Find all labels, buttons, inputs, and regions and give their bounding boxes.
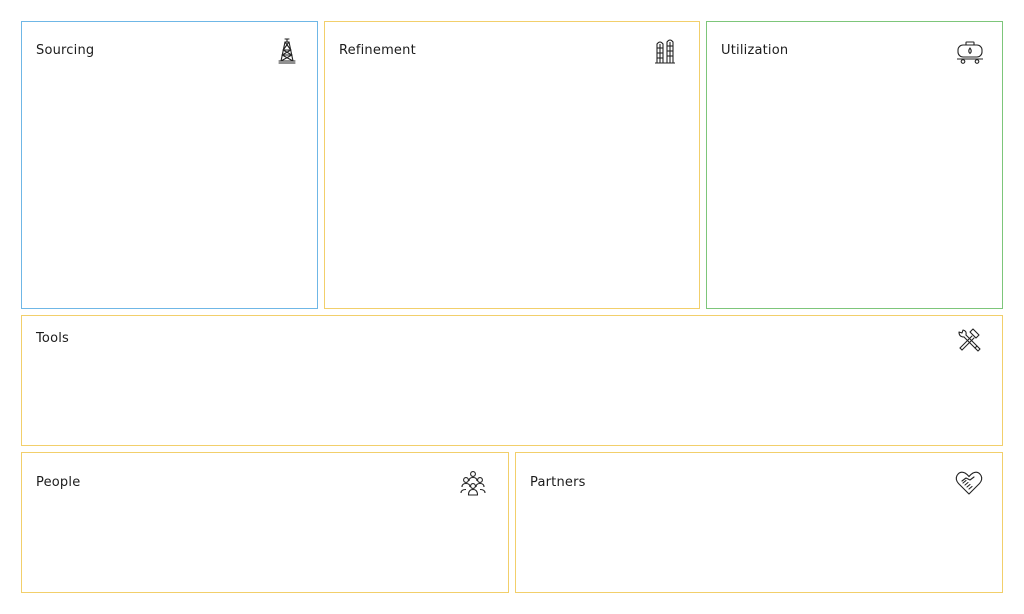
handshake-heart-icon bbox=[954, 467, 984, 497]
sourcing-panel: Sourcing bbox=[21, 21, 318, 309]
oil-tank-wagon-icon bbox=[955, 37, 985, 67]
hammer-wrench-icon bbox=[954, 324, 984, 354]
people-group-icon bbox=[458, 469, 488, 499]
tools-panel: Tools bbox=[21, 315, 1003, 446]
oil-derrick-icon bbox=[272, 36, 302, 66]
tools-title: Tools bbox=[36, 331, 70, 346]
people-title: People bbox=[36, 475, 81, 490]
sourcing-title: Sourcing bbox=[36, 43, 95, 58]
partners-title: Partners bbox=[530, 475, 586, 490]
refinement-panel: Refinement bbox=[324, 21, 700, 309]
refinement-title: Refinement bbox=[339, 43, 416, 58]
people-panel: People bbox=[21, 452, 509, 593]
refinery-towers-icon bbox=[651, 36, 681, 66]
utilization-title: Utilization bbox=[721, 43, 789, 58]
partners-panel: Partners bbox=[515, 452, 1003, 593]
utilization-panel: Utilization bbox=[706, 21, 1003, 309]
